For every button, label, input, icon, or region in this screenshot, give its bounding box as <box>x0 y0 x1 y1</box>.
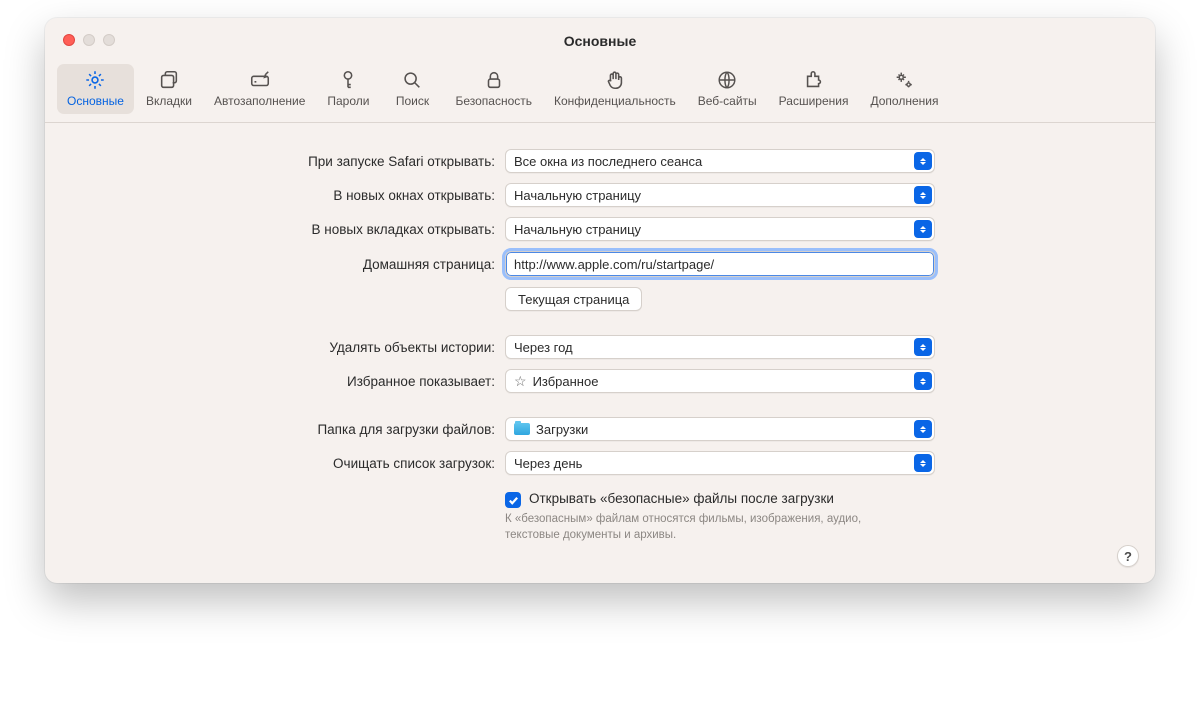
gears-icon <box>893 68 915 92</box>
label-on-launch: При запуске Safari открывать: <box>75 154 505 169</box>
tab-label: Конфиденциальность <box>554 94 676 108</box>
preferences-window: Основные Основные Вкладки <box>45 18 1155 583</box>
button-label: Текущая страница <box>518 292 629 307</box>
tab-advanced[interactable]: Дополнения <box>860 64 948 114</box>
tab-extensions[interactable]: Расширения <box>769 64 859 114</box>
tab-websites[interactable]: Веб-сайты <box>688 64 767 114</box>
autofill-icon <box>249 68 271 92</box>
select-value: Начальную страницу <box>514 222 641 237</box>
tab-label: Поиск <box>396 94 429 108</box>
tab-label: Безопасность <box>455 94 532 108</box>
puzzle-icon <box>803 68 825 92</box>
select-favorites-shows[interactable]: ☆ Избранное <box>505 369 935 393</box>
chevron-updown-icon <box>914 186 932 204</box>
zoom-window-button[interactable] <box>103 34 115 46</box>
globe-icon <box>716 68 738 92</box>
select-download-folder[interactable]: Загрузки <box>505 417 935 441</box>
label-history-remove: Удалять объекты истории: <box>75 340 505 355</box>
tab-label: Основные <box>67 94 124 108</box>
tabs-icon <box>158 68 180 92</box>
tab-general[interactable]: Основные <box>57 64 134 114</box>
tab-search[interactable]: Поиск <box>381 64 443 114</box>
help-label: ? <box>1124 549 1132 564</box>
tab-security[interactable]: Безопасность <box>445 64 542 114</box>
help-button[interactable]: ? <box>1117 545 1139 567</box>
homepage-input[interactable] <box>505 251 935 277</box>
tab-tabs[interactable]: Вкладки <box>136 64 202 114</box>
lock-icon <box>483 68 505 92</box>
general-pane: При запуске Safari открывать: Все окна и… <box>45 123 1155 583</box>
select-value: Через год <box>514 340 573 355</box>
chevron-updown-icon <box>914 220 932 238</box>
minimize-window-button[interactable] <box>83 34 95 46</box>
chevron-updown-icon <box>914 372 932 390</box>
tab-autofill[interactable]: Автозаполнение <box>204 64 315 114</box>
label-download-folder: Папка для загрузки файлов: <box>75 422 505 437</box>
open-safe-files-label: Открывать «безопасные» файлы после загру… <box>529 491 834 506</box>
gear-icon <box>84 68 106 92</box>
tab-label: Расширения <box>779 94 849 108</box>
traffic-lights <box>63 34 115 46</box>
key-icon <box>337 68 359 92</box>
select-value: Все окна из последнего сеанса <box>514 154 702 169</box>
close-window-button[interactable] <box>63 34 75 46</box>
hand-icon <box>604 68 626 92</box>
chevron-updown-icon <box>914 420 932 438</box>
label-homepage: Домашняя страница: <box>75 257 505 272</box>
select-new-windows[interactable]: Начальную страницу <box>505 183 935 207</box>
select-new-tabs[interactable]: Начальную страницу <box>505 217 935 241</box>
open-safe-files-note: К «безопасным» файлам относятся фильмы, … <box>505 512 885 543</box>
folder-icon <box>514 423 530 435</box>
open-safe-files-checkbox[interactable] <box>505 492 521 508</box>
tab-label: Веб-сайты <box>698 94 757 108</box>
label-new-tabs: В новых вкладках открывать: <box>75 222 505 237</box>
select-value: Начальную страницу <box>514 188 641 203</box>
select-clear-downloads[interactable]: Через день <box>505 451 935 475</box>
label-new-windows: В новых окнах открывать: <box>75 188 505 203</box>
star-icon: ☆ <box>514 374 527 388</box>
select-value: Избранное <box>533 374 599 389</box>
search-icon <box>401 68 423 92</box>
chevron-updown-icon <box>914 454 932 472</box>
tab-label: Дополнения <box>870 94 938 108</box>
tab-label: Вкладки <box>146 94 192 108</box>
preferences-toolbar: Основные Вкладки Автозаполнение <box>45 64 1155 123</box>
tab-label: Автозаполнение <box>214 94 305 108</box>
label-clear-downloads: Очищать список загрузок: <box>75 456 505 471</box>
tab-passwords[interactable]: Пароли <box>317 64 379 114</box>
chevron-updown-icon <box>914 338 932 356</box>
select-value: Загрузки <box>536 422 588 437</box>
chevron-updown-icon <box>914 152 932 170</box>
titlebar: Основные <box>45 18 1155 64</box>
select-history-remove[interactable]: Через год <box>505 335 935 359</box>
select-on-launch[interactable]: Все окна из последнего сеанса <box>505 149 935 173</box>
set-current-page-button[interactable]: Текущая страница <box>505 287 642 311</box>
tab-privacy[interactable]: Конфиденциальность <box>544 64 686 114</box>
select-value: Через день <box>514 456 582 471</box>
window-title: Основные <box>45 33 1155 49</box>
label-favorites-shows: Избранное показывает: <box>75 374 505 389</box>
tab-label: Пароли <box>327 94 369 108</box>
